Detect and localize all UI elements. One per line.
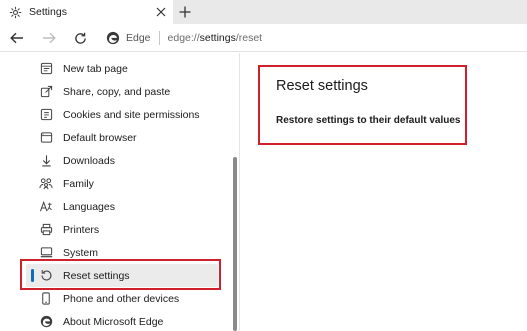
sidebar-item-label: Share, copy, and paste <box>63 85 171 98</box>
settings-tab[interactable]: Settings <box>0 0 173 24</box>
sidebar-scrollbar[interactable] <box>232 53 238 331</box>
arrow-left-icon <box>10 32 23 44</box>
sidebar-item-languages[interactable]: Languages <box>26 195 218 218</box>
browser-toolbar: Edge edge://settings/reset <box>0 24 527 52</box>
scrollbar-thumb[interactable] <box>233 157 237 331</box>
tab-title: Settings <box>29 6 67 18</box>
close-tab-button[interactable] <box>153 4 169 20</box>
sidebar-item-label: About Microsoft Edge <box>63 315 164 328</box>
sidebar-item-share-copy-paste[interactable]: Share, copy, and paste <box>26 80 218 103</box>
sidebar-item-phone-devices[interactable]: Phone and other devices <box>26 287 218 310</box>
gear-icon <box>9 6 22 19</box>
sidebar-item-downloads[interactable]: Downloads <box>26 149 218 172</box>
highlight-box-sidebar <box>20 259 221 290</box>
address-separator <box>158 31 160 45</box>
languages-icon <box>39 199 53 213</box>
sidebar-item-family[interactable]: Family <box>26 172 218 195</box>
url-rest: /reset <box>235 32 263 44</box>
url-scheme: edge:// <box>167 32 200 44</box>
new-tab-icon <box>39 61 53 75</box>
default-browser-icon <box>39 130 53 144</box>
sidebar-item-about-edge[interactable]: About Microsoft Edge <box>26 310 218 331</box>
refresh-button[interactable] <box>71 29 89 47</box>
url-text: edge://settings/reset <box>168 32 263 44</box>
sidebar-item-label: Phone and other devices <box>63 292 180 305</box>
plus-icon <box>179 6 191 18</box>
sidebar-item-new-tab-page[interactable]: New tab page <box>26 57 218 80</box>
sidebar-item-printers[interactable]: Printers <box>26 218 218 241</box>
family-icon <box>39 176 53 190</box>
url-path: settings <box>199 32 236 44</box>
sidebar-item-cookies[interactable]: Cookies and site permissions <box>26 103 218 126</box>
new-tab-button[interactable] <box>176 3 194 21</box>
sidebar-item-label: New tab page <box>63 62 128 75</box>
sidebar-item-label: System <box>63 246 99 259</box>
sidebar-item-label: Downloads <box>63 154 115 167</box>
phone-icon <box>39 291 53 305</box>
download-icon <box>39 153 53 167</box>
system-icon <box>39 245 53 259</box>
tab-strip: Settings <box>0 0 527 24</box>
address-bar[interactable]: Edge edge://settings/reset <box>98 26 527 50</box>
highlight-box-reset-card <box>258 65 467 145</box>
close-icon <box>156 7 166 17</box>
edge-logo-icon <box>39 314 53 328</box>
forward-button[interactable] <box>40 29 58 47</box>
share-icon <box>39 84 53 98</box>
sidebar-item-label: Cookies and site permissions <box>63 108 200 121</box>
edge-logo-icon <box>106 31 120 45</box>
sidebar-item-label: Family <box>63 177 94 190</box>
sidebar-item-label: Printers <box>63 223 100 236</box>
refresh-icon <box>74 32 86 44</box>
arrow-right-icon <box>43 32 56 44</box>
sidebar-item-label: Languages <box>63 200 115 213</box>
site-name: Edge <box>126 32 151 44</box>
back-button[interactable] <box>8 29 26 47</box>
cookies-icon <box>39 107 53 121</box>
sidebar-item-label: Default browser <box>63 131 137 144</box>
printer-icon <box>39 222 53 236</box>
sidebar-item-default-browser[interactable]: Default browser <box>26 126 218 149</box>
